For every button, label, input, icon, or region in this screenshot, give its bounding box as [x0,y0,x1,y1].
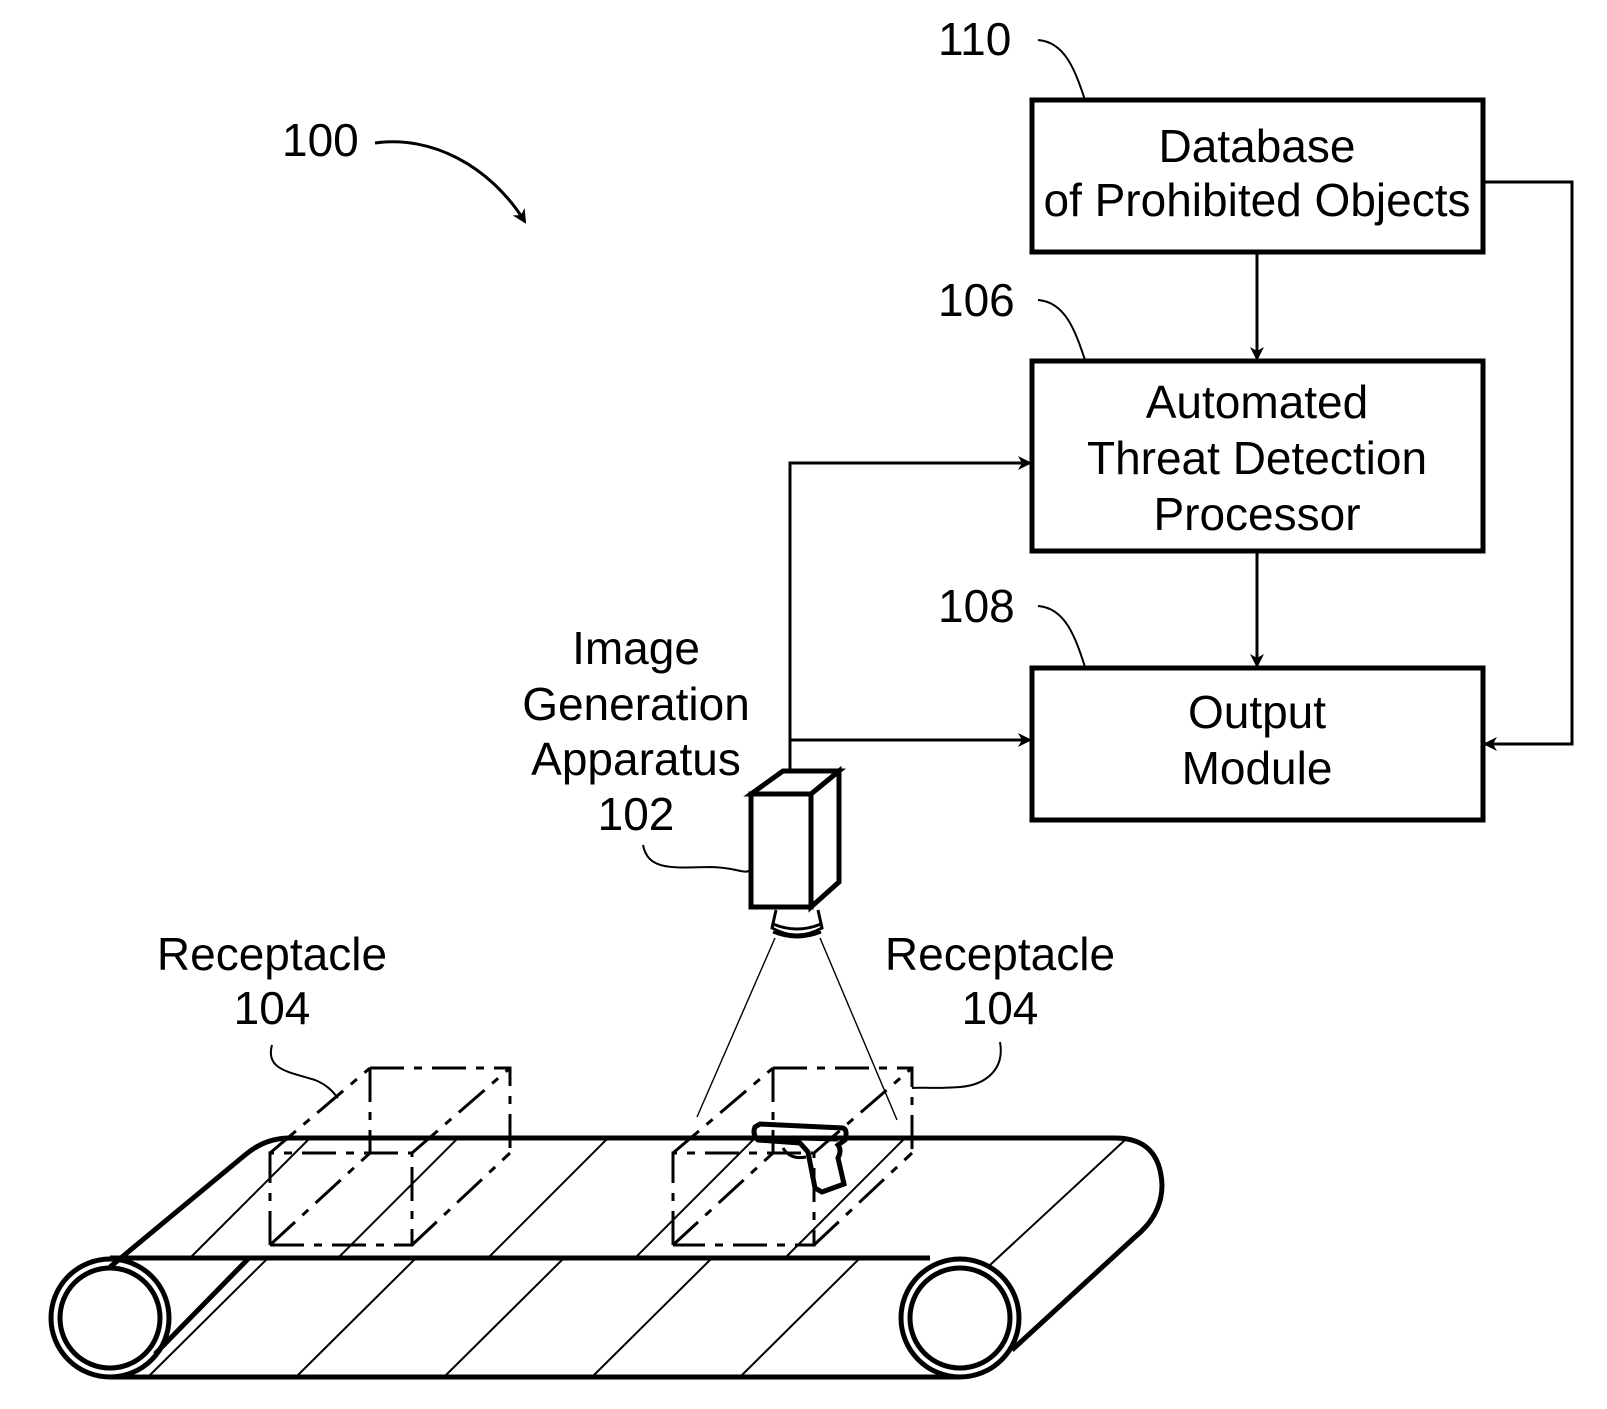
receptacle-left: Receptacle 104 [157,928,512,1247]
belt-stripe [443,1257,565,1378]
output-ref-label: 108 [938,580,1015,632]
processor-block: 106 Automated Threat Detection Processor [938,274,1486,554]
receptacle-right-bottom-left-edge [671,1151,775,1247]
apparatus-label: Image Generation Apparatus 102 [522,622,751,873]
output-leader-line [1037,605,1086,668]
belt-stripe [337,1137,459,1259]
receptacle-left-bottom-right-edge [410,1151,512,1247]
belt-stripe [634,1137,756,1259]
camera-side-face [808,765,842,913]
receptacle-right-ref: 104 [962,982,1039,1034]
system-ref-arrow [374,140,527,224]
database-to-output-arrow [1483,180,1574,751]
right-roller-inner [907,1265,1013,1371]
processor-leader-line [1037,299,1086,361]
belt-stripe [989,1139,1126,1266]
receptacle-right: Receptacle 104 [671,928,1115,1247]
receptacle-left-front-face [268,1151,414,1247]
database-leader-line [1037,39,1086,101]
receptacle-left-bottom-left-edge [268,1151,372,1247]
right-roller-outer [898,1256,1022,1380]
processor-title-line-2: Threat Detection [1087,432,1427,484]
output-block: 108 Output Module [938,580,1486,823]
receptacle-left-ref: 104 [234,982,311,1034]
database-block: 110 Database of Prohibited Objects [938,13,1486,255]
left-roller-inner [57,1265,163,1371]
conveyor-belt [48,1135,1165,1380]
database-title-line-2: of Prohibited Objects [1043,174,1470,226]
receptacle-right-leader-line [911,1041,1002,1089]
processor-title-line-1: Automated [1146,376,1368,428]
apparatus-label-line-3: Apparatus [531,733,741,785]
left-roller-outer [48,1256,172,1380]
camera-beam-left [696,937,776,1118]
system-ref-label: 100 [282,114,359,166]
apparatus-leader-line [642,844,751,873]
belt-stripe [295,1257,417,1378]
camera-lens [770,909,824,937]
belt-stripe [189,1137,311,1259]
output-title-line-2: Module [1182,742,1333,794]
apparatus-label-line-1: Image [572,622,700,674]
database-title-line-1: Database [1159,120,1356,172]
receptacle-right-bottom-right-edge [812,1151,914,1247]
patent-figure: 100 110 Database of Prohibited Objects 1… [48,13,1574,1380]
belt-stripe [739,1257,861,1378]
belt-stripe [591,1257,713,1378]
processor-title-line-3: Processor [1153,488,1360,540]
receptacle-left-label: Receptacle [157,928,387,980]
processor-ref-label: 106 [938,274,1015,326]
camera-lens-ring-1 [772,922,822,931]
belt-stripe [147,1257,269,1378]
apparatus-label-line-2: Generation [522,678,750,730]
camera-front-face [748,791,814,910]
output-title-line-1: Output [1188,686,1326,738]
apparatus-ref-label: 102 [598,788,675,840]
database-ref-label: 110 [938,13,1011,65]
receptacle-right-label: Receptacle [885,928,1115,980]
receptacle-left-leader-line [269,1044,339,1099]
belt-outline-top [108,1135,1165,1352]
